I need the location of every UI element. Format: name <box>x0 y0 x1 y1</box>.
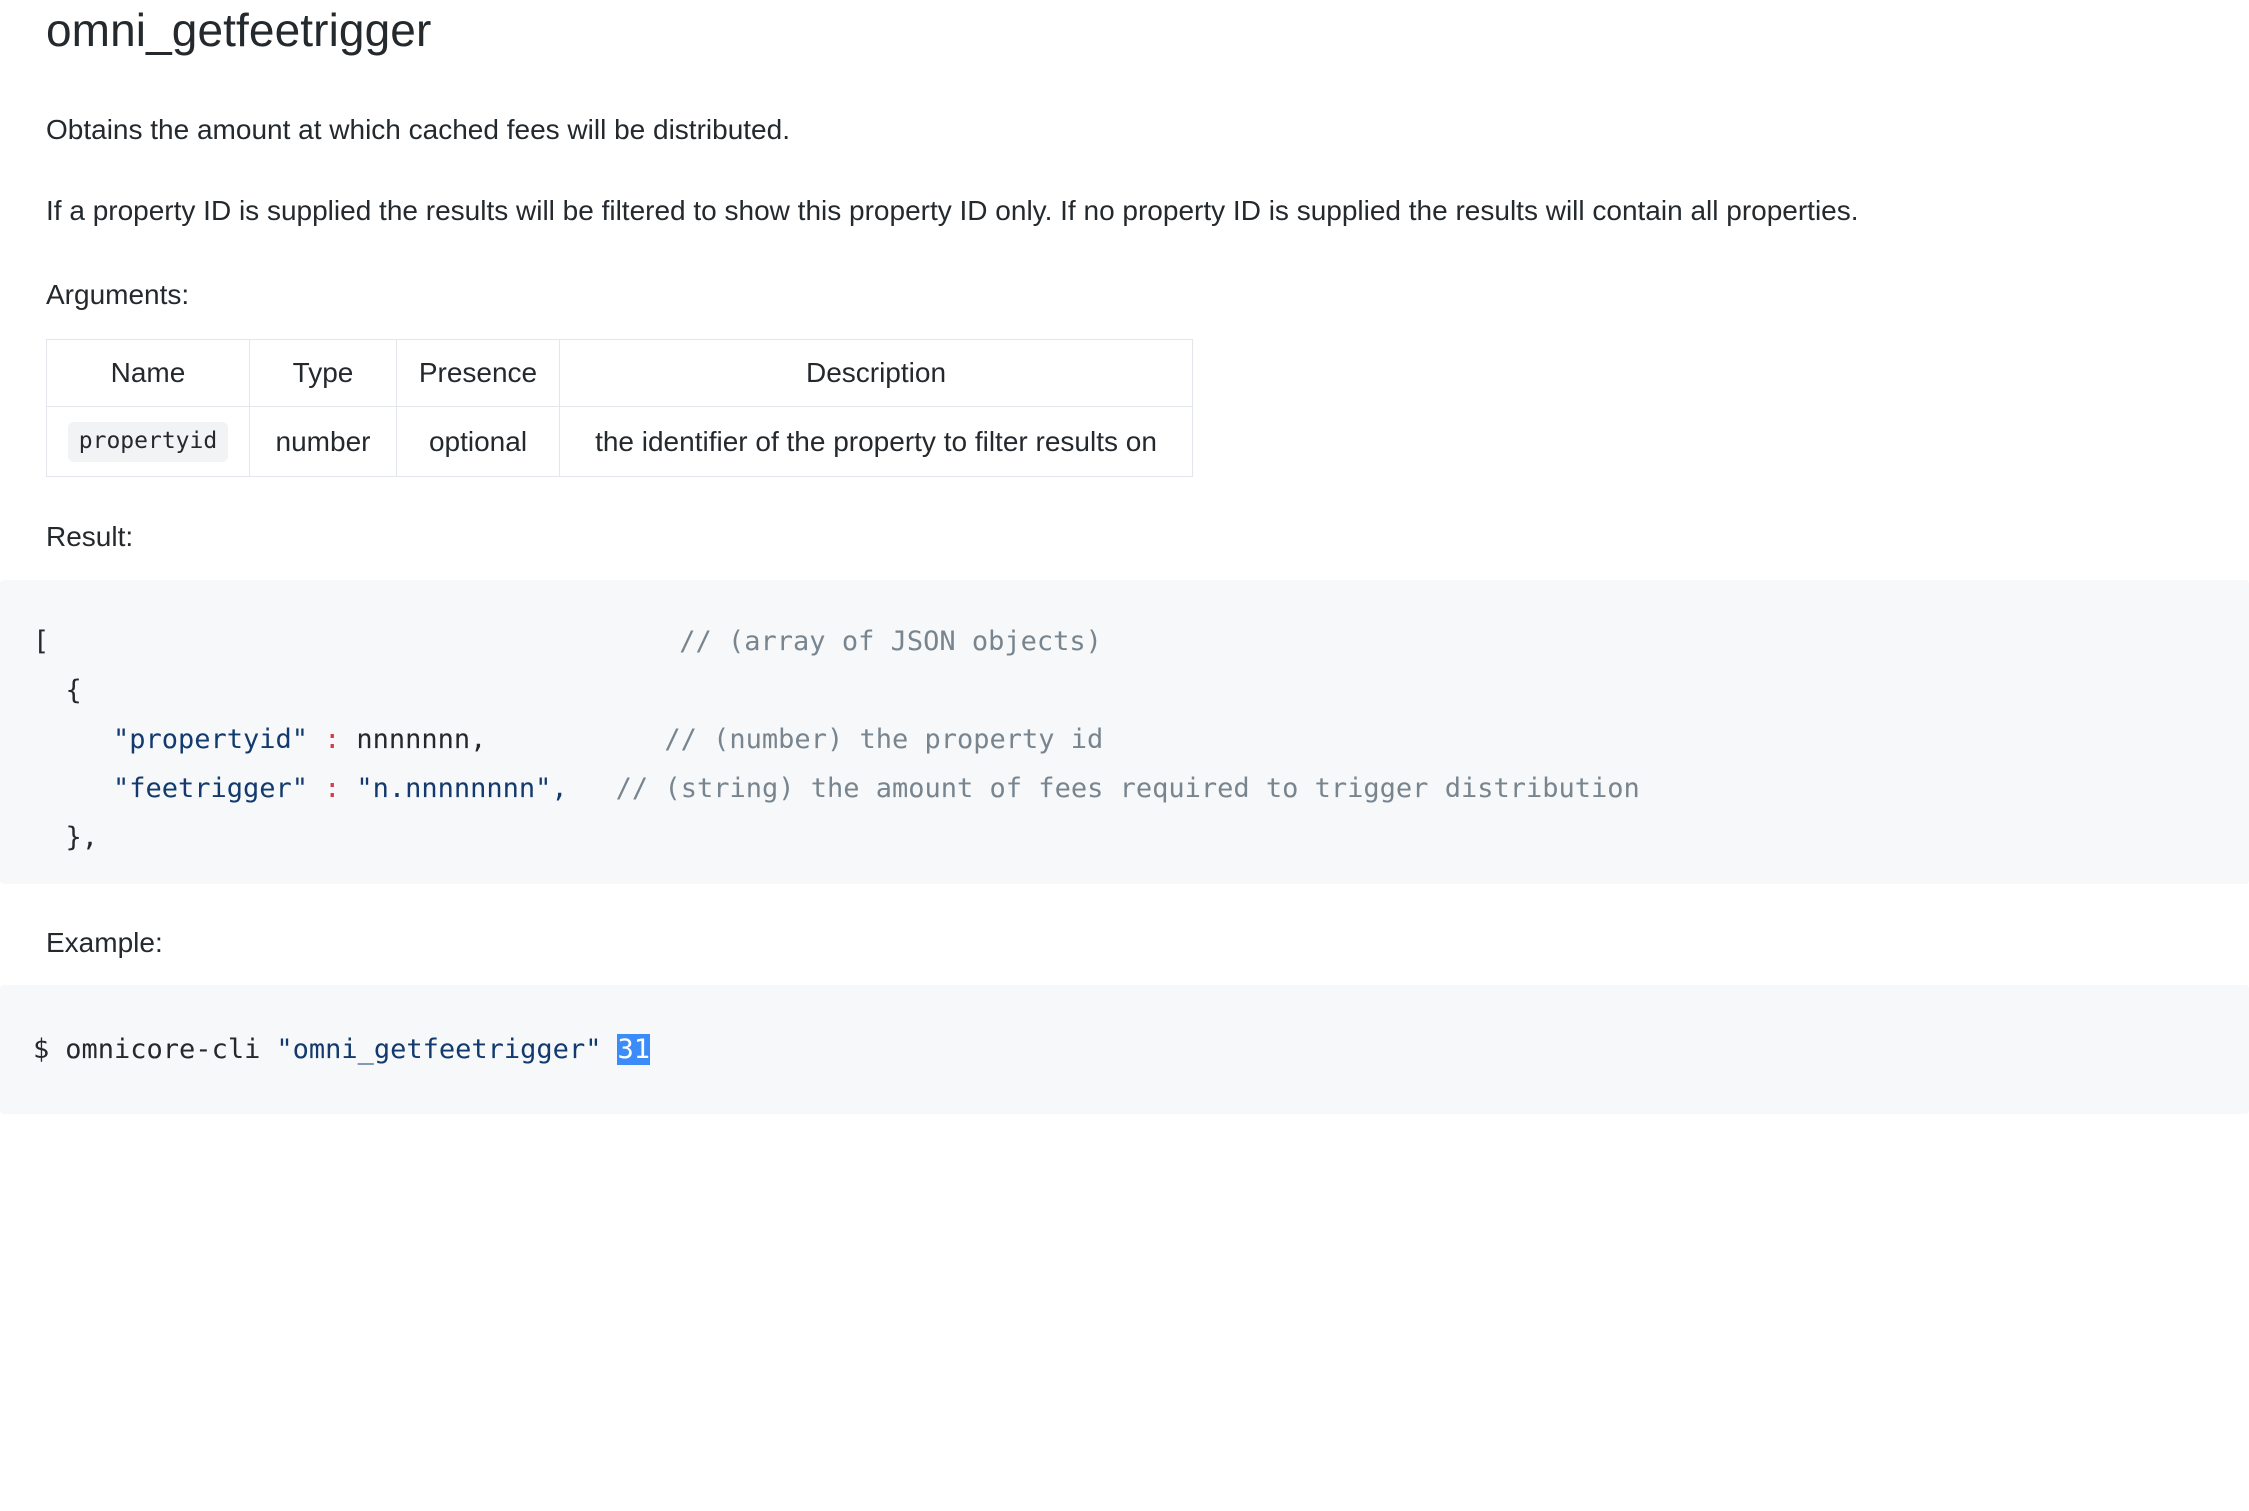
code-colon: : <box>324 773 341 805</box>
code-brace-close: }, <box>33 822 99 854</box>
code-line-1: [ // (array of JSON objects) <box>33 617 2249 666</box>
argument-name-code: propertyid <box>67 421 229 462</box>
arguments-label: Arguments: <box>46 279 190 311</box>
description-paragraph-1: Obtains the amount at which cached fees … <box>46 113 790 145</box>
cell-argument-description: the identifier of the property to filter… <box>559 406 1193 478</box>
code-bracket-open: [ <box>33 626 50 658</box>
cell-argument-presence: optional <box>396 406 560 478</box>
code-comment-feetrigger: // (string) the amount of fees required … <box>615 773 1640 805</box>
code-line-2: { <box>33 666 2249 715</box>
column-header-presence: Presence <box>396 339 560 408</box>
result-label: Result: <box>46 521 134 553</box>
code-comment-array: // (array of JSON objects) <box>679 626 1102 658</box>
code-comment-propertyid: // (number) the property id <box>664 724 1104 756</box>
code-line-4: "feetrigger": "n.nnnnnnnn", // (string) th… <box>33 764 2249 813</box>
rpc-method-name: "omni_getfeetrigger" <box>276 1034 602 1066</box>
description-paragraph-2: If a property ID is supplied the results… <box>46 194 1859 226</box>
code-colon: : <box>324 724 341 756</box>
code-line-6: ... <box>33 862 2249 884</box>
cli-binary-name: omnicore-cli <box>65 1034 261 1066</box>
arguments-table-wrapper: Name Type Presence Description propertyi… <box>46 339 2203 478</box>
example-command-line: $ omnicore-cli "omni_getfeetrigger" 31 <box>33 1025 2249 1074</box>
documentation-page: omni_getfeetrigger Obtains the amount at… <box>0 0 2249 553</box>
code-line-5: }, <box>33 813 2249 862</box>
example-label: Example: <box>46 927 163 959</box>
code-key-propertyid: "propertyid" <box>113 724 309 756</box>
cell-argument-type: number <box>249 406 397 478</box>
shell-prompt-symbol: $ <box>33 1034 50 1066</box>
table-body: propertyid number optional the identifie… <box>46 406 1193 478</box>
page-title: omni_getfeetrigger <box>46 4 432 56</box>
selected-argument-value: 31 <box>617 1034 650 1066</box>
arguments-table: Name Type Presence Description propertyi… <box>46 339 1193 478</box>
column-header-description: Description <box>559 339 1193 408</box>
column-header-name: Name <box>46 339 250 408</box>
result-code-block: [ // (array of JSON objects) { "propertyid… <box>0 580 2249 885</box>
example-section: Example: <box>0 927 2249 959</box>
code-brace-open: { <box>33 675 82 707</box>
code-value-propertyid: nnnnnnn, <box>356 724 487 756</box>
cell-argument-name: propertyid <box>46 406 250 478</box>
table-row: propertyid number optional the identifie… <box>46 406 1193 478</box>
code-key-feetrigger: "feetrigger" <box>113 773 309 805</box>
code-value-feetrigger: "n.nnnnnnnn", <box>356 773 568 805</box>
code-ellipsis: ... <box>33 871 82 884</box>
column-header-type: Type <box>249 339 397 408</box>
table-header-row: Name Type Presence Description <box>46 339 1193 408</box>
example-code-block: $ omnicore-cli "omni_getfeetrigger" 31 <box>0 985 2249 1115</box>
table-header: Name Type Presence Description <box>46 339 1193 408</box>
code-line-3: "propertyid": nnnnnnn, // (number) the pro… <box>33 715 2249 764</box>
